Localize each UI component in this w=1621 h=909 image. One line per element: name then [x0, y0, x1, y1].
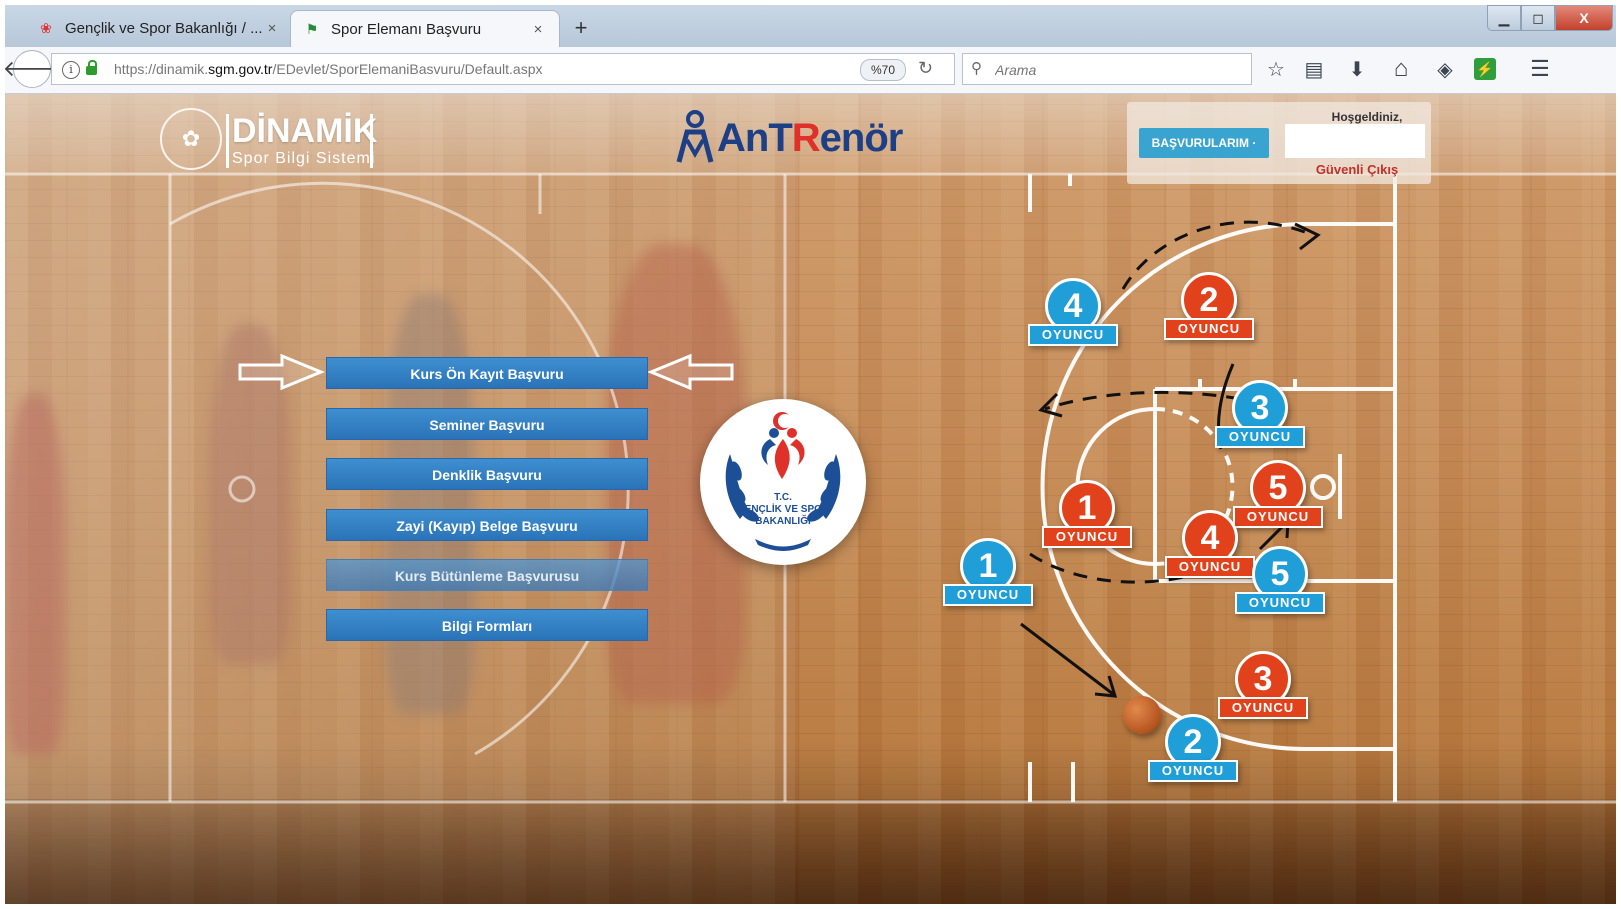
maximize-button[interactable]: ◻ [1521, 5, 1555, 31]
player-marker: 5 OYUNCU [1235, 546, 1325, 618]
ministry-line-1: T.C. [774, 492, 792, 503]
bookmark-star-icon[interactable]: ☆ [1261, 54, 1291, 84]
reload-icon[interactable]: ↻ [918, 58, 933, 79]
logo-divider [226, 114, 229, 168]
player-marker: 2 OYUNCU [1148, 714, 1238, 786]
antrenor-logo[interactable]: AnTRenör [673, 108, 903, 168]
ministry-favicon-icon: ❀ [40, 20, 52, 36]
logout-link[interactable]: Güvenli Çıkış [1297, 162, 1417, 177]
player-marker: 1 OYUNCU [943, 538, 1033, 610]
player-label: OYUNCU [1235, 592, 1325, 614]
player-label: OYUNCU [1148, 760, 1238, 782]
close-window-button[interactable]: X [1555, 5, 1613, 31]
search-icon: ⚲ [971, 60, 982, 77]
ministry-emblem-icon: ✿ [160, 108, 222, 170]
logo-divider [370, 114, 373, 168]
reading-list-icon[interactable]: ▤ [1299, 54, 1329, 84]
lock-icon [86, 60, 97, 75]
tab-genclik-spor[interactable]: ❀ Gençlik ve Spor Bakanlığı / ... × [25, 10, 293, 47]
ministry-logo: T.C. GENÇLİK VE SPOR BAKANLIĞI [700, 399, 866, 565]
right-pointing-arrow-icon [238, 353, 325, 391]
pocket-icon[interactable]: ◈ [1430, 54, 1460, 84]
denklik-button[interactable]: Denklik Başvuru [326, 458, 648, 490]
kurs-butunleme-button[interactable]: Kurs Bütünleme Başvurusu [326, 559, 648, 591]
zoom-indicator[interactable]: %70 [860, 59, 906, 81]
info-icon[interactable]: i [62, 61, 80, 79]
user-panel: BAŞVURULARIM · Hoşgeldiniz, Güvenli Çıkı… [1127, 102, 1431, 184]
player-marker: 2 OYUNCU [1164, 272, 1254, 344]
player-marker: 3 OYUNCU [1215, 380, 1305, 452]
player-marker: 4 OYUNCU [1028, 278, 1118, 350]
player-label: OYUNCU [943, 584, 1033, 606]
new-tab-button[interactable]: + [569, 15, 593, 41]
dinamik-subtitle: Spor Bilgi Sistemi [232, 150, 376, 167]
zayi-belge-button[interactable]: Zayi (Kayıp) Belge Başvuru [326, 509, 648, 541]
search-input[interactable] [993, 58, 1247, 82]
left-pointing-arrow-icon [648, 353, 734, 391]
tab-spor-elemani[interactable]: ⚑ Spor Elemanı Başvuru × [290, 10, 560, 47]
back-button[interactable]: 🡐 [5, 50, 62, 88]
welcome-text: Hoşgeldiniz, [1331, 110, 1403, 124]
home-icon[interactable]: ⌂ [1386, 54, 1416, 84]
basketball-icon [1123, 696, 1161, 734]
browser-window: ❀ Gençlik ve Spor Bakanlığı / ... × ⚑ Sp… [5, 5, 1616, 904]
ministry-line-2: GENÇLİK VE SPOR [736, 504, 830, 515]
username-box [1285, 124, 1425, 158]
bilgi-formlari-button[interactable]: Bilgi Formları [326, 609, 648, 641]
laurel-wreath-icon [725, 412, 841, 551]
antrenor-favicon-icon: ⚑ [305, 20, 319, 37]
kurs-on-kayit-button[interactable]: Kurs Ön Kayıt Başvuru [326, 357, 648, 389]
page-content: ✿ DİNAMİK Spor Bilgi Sistemi AnTRenör BA… [5, 94, 1616, 904]
ministry-line-3: BAKANLIĞI [755, 516, 811, 527]
tab-label: Gençlik ve Spor Bakanlığı / ... [65, 20, 263, 37]
player-marker: 3 OYUNCU [1218, 651, 1308, 723]
close-tab-icon[interactable]: × [529, 21, 547, 38]
dinamik-title: DİNAMİK [232, 112, 378, 150]
player-label: OYUNCU [1164, 318, 1254, 340]
addon-icon[interactable]: ⚡ [1474, 58, 1496, 80]
tab-bar: ❀ Gençlik ve Spor Bakanlığı / ... × ⚑ Sp… [5, 5, 1616, 47]
player-marker: 1 OYUNCU [1042, 480, 1132, 552]
url-text[interactable]: https://dinamik.sgm.gov.tr/EDevlet/SporE… [114, 61, 543, 77]
player-label: OYUNCU [1028, 324, 1118, 346]
search-bar[interactable]: ⚲ [962, 53, 1252, 85]
player-label: OYUNCU [1215, 426, 1305, 448]
minimize-button[interactable]: ▁ [1487, 5, 1521, 31]
basvurularim-button[interactable]: BAŞVURULARIM · [1139, 128, 1269, 158]
close-tab-icon[interactable]: × [263, 20, 281, 37]
dinamik-logo[interactable]: ✿ DİNAMİK Spor Bilgi Sistemi [160, 108, 380, 170]
seminer-button[interactable]: Seminer Başvuru [326, 408, 648, 440]
antrenor-wordmark: AnTRenör [717, 115, 903, 160]
download-icon[interactable]: ⬇ [1342, 54, 1372, 84]
navigation-bar: 🡐 i https://dinamik.sgm.gov.tr/EDevlet/S… [5, 47, 1616, 94]
address-bar[interactable]: i https://dinamik.sgm.gov.tr/EDevlet/Spo… [51, 53, 955, 85]
menu-icon[interactable]: ☰ [1525, 54, 1555, 84]
player-label: OYUNCU [1042, 526, 1132, 548]
coach-figure-icon [676, 110, 714, 163]
tab-label: Spor Elemanı Başvuru [331, 20, 482, 38]
